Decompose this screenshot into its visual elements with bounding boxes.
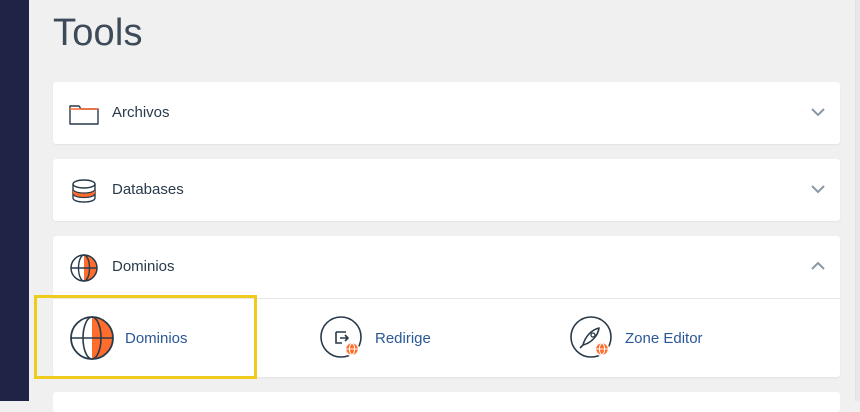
database-icon (69, 176, 99, 206)
tool-dominios[interactable]: Dominios (53, 299, 283, 377)
section-archivos: Archivos (53, 82, 840, 144)
section-databases-header[interactable]: Databases (53, 159, 840, 221)
section-dominios: Dominios Dominios Redirige Zone Editor (53, 236, 840, 377)
section-databases: Databases (53, 159, 840, 221)
section-dominios-title: Dominios (112, 258, 175, 275)
section-next-partial (53, 392, 840, 412)
section-archivos-header[interactable]: Archivos (53, 82, 840, 144)
page-title: Tools (53, 12, 143, 54)
folder-icon (69, 99, 99, 129)
section-databases-title: Databases (112, 181, 184, 198)
tool-zone-editor[interactable]: Zone Editor (553, 299, 783, 377)
right-edge-panel (855, 0, 860, 401)
chevron-up-icon[interactable] (810, 258, 826, 274)
chevron-down-icon[interactable] (810, 104, 826, 120)
redirect-icon (320, 316, 362, 358)
tool-dominios-label[interactable]: Dominios (125, 330, 188, 347)
tool-redirige-label[interactable]: Redirige (375, 330, 431, 347)
chevron-down-icon[interactable] (810, 181, 826, 197)
globe-icon (70, 316, 114, 360)
rocket-icon (570, 316, 612, 358)
tool-redirige[interactable]: Redirige (303, 299, 533, 377)
section-archivos-title: Archivos (112, 104, 170, 121)
left-sidebar-rail (0, 0, 29, 401)
tool-zone-editor-label[interactable]: Zone Editor (625, 330, 703, 347)
section-dominios-header[interactable]: Dominios (53, 236, 840, 298)
section-dominios-tools: Dominios Redirige Zone Editor (53, 298, 840, 377)
globe-icon (69, 253, 99, 283)
